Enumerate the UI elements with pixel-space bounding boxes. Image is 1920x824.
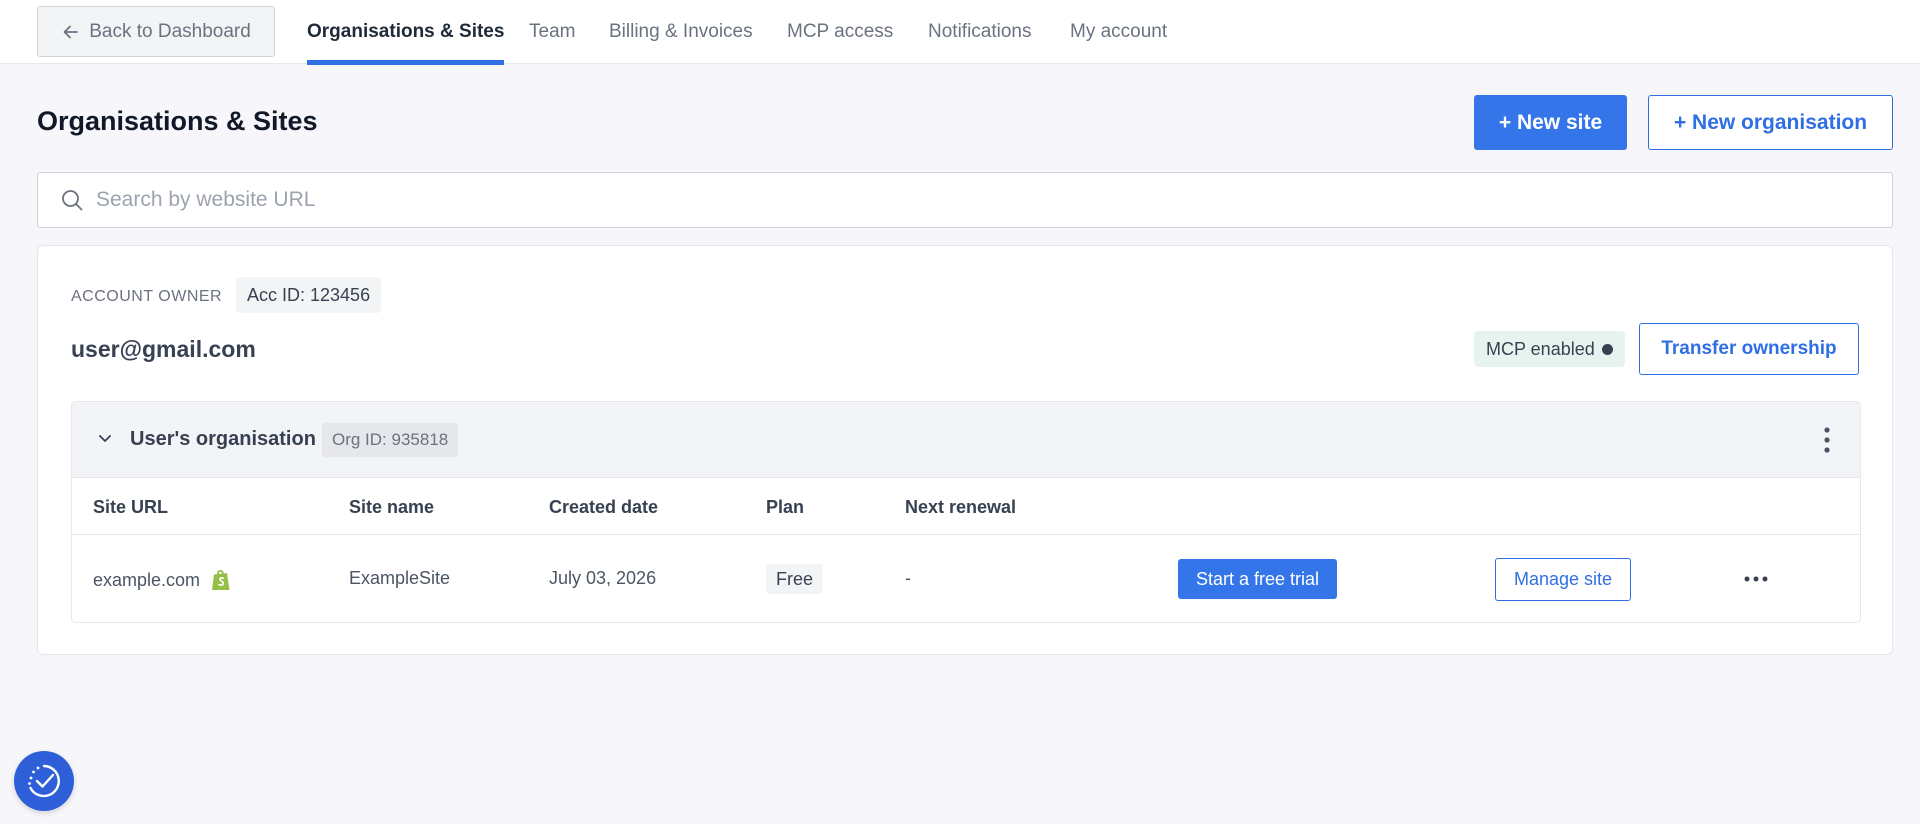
organisation-id-badge: Org ID: 935818	[322, 423, 459, 457]
account-card: ACCOUNT OWNER Acc ID: 123456 user@gmail.…	[37, 245, 1893, 655]
column-header-next-renewal: Next renewal	[905, 497, 1017, 517]
mcp-status-badge: MCP enabled	[1474, 331, 1625, 367]
plan-badge: Free	[766, 564, 824, 594]
column-header-site-url: Site URL	[93, 497, 169, 517]
table-divider	[72, 534, 1860, 535]
mcp-status-label: MCP enabled	[1486, 338, 1595, 359]
tab-mcp-access[interactable]: MCP access	[787, 0, 893, 64]
new-organisation-button[interactable]: + New organisation	[1648, 95, 1893, 150]
chevron-down-icon[interactable]	[96, 429, 114, 447]
column-header-plan: Plan	[766, 497, 805, 517]
owner-email: user@gmail.com	[71, 336, 256, 362]
created-date-cell: July 03, 2026	[549, 568, 657, 588]
back-to-dashboard-label: Back to Dashboard	[89, 20, 251, 42]
search-icon	[62, 190, 83, 211]
account-owner-label: ACCOUNT OWNER	[71, 288, 223, 305]
search-bar	[37, 172, 1893, 228]
tab-label: MCP access	[787, 21, 894, 42]
column-header-site-name: Site name	[349, 497, 435, 517]
tab-label: My account	[1070, 21, 1168, 42]
site-url: example.com	[93, 569, 201, 590]
site-name-cell: ExampleSite	[349, 568, 451, 588]
next-renewal-cell: -	[905, 568, 911, 588]
search-input[interactable]	[96, 188, 1796, 212]
organisation-header: User's organisation Org ID: 935818	[72, 402, 1860, 478]
organisation-panel: User's organisation Org ID: 935818 Site …	[71, 401, 1861, 623]
new-site-button[interactable]: + New site	[1474, 95, 1627, 150]
arrow-left-icon	[63, 25, 79, 38]
tab-notifications[interactable]: Notifications	[928, 0, 1032, 64]
tab-team[interactable]: Team	[529, 0, 575, 64]
status-dot-icon	[1601, 343, 1613, 355]
shopify-icon	[212, 569, 230, 590]
back-to-dashboard-button[interactable]: Back to Dashboard	[37, 6, 275, 57]
more-options-icon[interactable]	[1743, 572, 1769, 586]
transfer-ownership-button[interactable]: Transfer ownership	[1639, 323, 1859, 375]
tab-label: Organisations & Sites	[307, 21, 505, 42]
manage-site-button[interactable]: Manage site	[1495, 558, 1631, 601]
page-title: Organisations & Sites	[37, 106, 318, 136]
start-free-trial-button[interactable]: Start a free trial	[1178, 559, 1337, 599]
kebab-menu-icon[interactable]	[1816, 424, 1838, 456]
tab-label: Billing & Invoices	[609, 21, 753, 42]
site-url-cell: example.com	[93, 568, 232, 592]
account-id-badge: Acc ID: 123456	[236, 277, 382, 313]
tab-billing-invoices[interactable]: Billing & Invoices	[609, 0, 753, 64]
tab-label: Notifications	[928, 21, 1032, 42]
check-badge-icon	[28, 764, 60, 798]
tab-organisations-sites[interactable]: Organisations & Sites	[307, 0, 505, 65]
top-nav: Back to Dashboard Organisations & Sites …	[0, 0, 1920, 65]
column-header-created-date: Created date	[549, 497, 659, 517]
tab-my-account[interactable]: My account	[1070, 0, 1167, 64]
tab-label: Team	[529, 21, 576, 42]
organisation-name: User's organisation	[130, 428, 316, 450]
floating-badge-button[interactable]	[14, 751, 74, 811]
